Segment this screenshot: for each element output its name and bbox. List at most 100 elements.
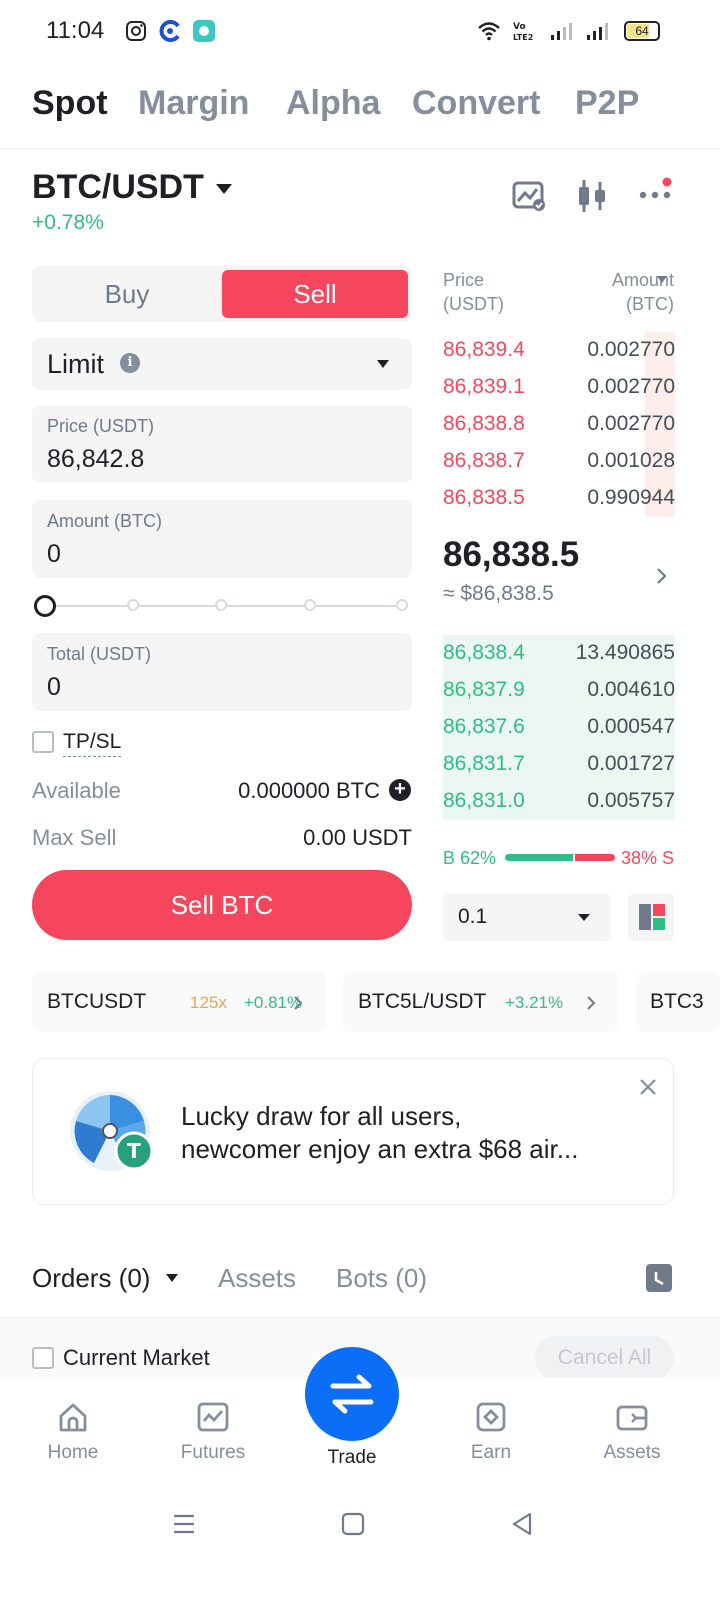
bid-amount: 0.001727	[587, 752, 675, 775]
ask-row[interactable]: 86,838.5 0.990944	[443, 480, 675, 517]
nav-home[interactable]: Home	[23, 1400, 123, 1464]
ticker-leverage: 125x	[190, 993, 227, 1012]
add-funds-icon[interactable]: +	[389, 779, 411, 801]
bid-price: 86,831.0	[443, 789, 525, 812]
tab-alpha[interactable]: Alpha	[286, 84, 380, 123]
bid-price: 86,838.4	[443, 641, 525, 664]
buy-ratio: B 62%	[443, 848, 497, 868]
svg-text:T: T	[127, 1139, 141, 1163]
ask-price: 86,838.7	[443, 449, 525, 472]
tab-spot[interactable]: Spot	[32, 84, 108, 123]
current-market-label[interactable]: Current Market	[63, 1345, 210, 1371]
price-field[interactable]: Price (USDT) 86,842.8	[32, 405, 412, 483]
bid-row[interactable]: 86,831.0 0.005757	[443, 783, 675, 820]
sell-btc-button[interactable]: Sell BTC	[32, 870, 412, 940]
menu-icon[interactable]	[170, 1510, 198, 1538]
ticker-symbol: BTCUSDT	[47, 990, 147, 1013]
ask-amount: 0.990944	[587, 486, 675, 509]
order-type-select[interactable]: Limit i	[32, 338, 412, 390]
close-icon[interactable]	[638, 1077, 658, 1097]
futures-icon	[197, 1402, 229, 1432]
caret-down-icon[interactable]	[216, 184, 232, 194]
chevron-right-icon	[587, 996, 596, 1010]
orderbook-layout-button[interactable]	[628, 893, 674, 941]
tab-margin[interactable]: Margin	[138, 84, 249, 123]
tab-convert[interactable]: Convert	[412, 84, 540, 123]
bid-price: 86,837.6	[443, 715, 525, 738]
ask-price: 86,839.1	[443, 375, 525, 398]
signal-icon	[587, 23, 608, 40]
last-price[interactable]: 86,838.5	[443, 535, 579, 575]
total-field[interactable]: Total (USDT) 0	[32, 633, 412, 711]
pair-selector[interactable]: BTC/USDT	[32, 168, 204, 207]
chart-icon[interactable]	[512, 180, 546, 212]
caret-down-icon[interactable]	[657, 276, 667, 283]
bid-row[interactable]: 86,838.4 13.490865	[443, 635, 675, 672]
ticker-card[interactable]: BTC3	[636, 972, 720, 1032]
available-value: 0.000000 BTC	[238, 778, 380, 803]
market-tabs: Spot Margin Alpha Convert P2P	[0, 84, 720, 148]
info-icon[interactable]: i	[120, 353, 140, 373]
ask-row[interactable]: 86,838.7 0.001028	[443, 443, 675, 480]
tab-p2p[interactable]: P2P	[575, 84, 639, 123]
price-label: Price (USDT)	[47, 416, 154, 436]
slider-step-75[interactable]	[304, 599, 316, 611]
home-square-icon[interactable]	[339, 1510, 367, 1538]
back-icon[interactable]	[508, 1510, 536, 1538]
nav-futures-label: Futures	[180, 1442, 246, 1463]
nav-earn-label: Earn	[470, 1442, 512, 1463]
swap-arrows-icon	[330, 1374, 374, 1414]
tab-orders[interactable]: Orders (0)	[32, 1263, 150, 1294]
nav-assets[interactable]: Assets	[582, 1400, 682, 1464]
bid-row[interactable]: 86,837.6 0.000547	[443, 709, 675, 746]
bid-row[interactable]: 86,837.9 0.004610	[443, 672, 675, 709]
cancel-all-button[interactable]: Cancel All	[535, 1336, 674, 1380]
trade-button[interactable]	[305, 1347, 399, 1441]
order-type-label: Limit	[47, 349, 105, 379]
bid-price: 86,837.9	[443, 678, 525, 701]
slider-step-50[interactable]	[215, 599, 227, 611]
tab-bots[interactable]: Bots (0)	[336, 1263, 427, 1294]
slider-step-25[interactable]	[127, 599, 139, 611]
ticker-symbol: BTC5L/USDT	[358, 990, 487, 1013]
order-history-icon[interactable]	[644, 1262, 674, 1294]
precision-select[interactable]: 0.1	[443, 893, 611, 941]
max-sell-value: 0.00 USDT	[303, 825, 412, 850]
tab-assets[interactable]: Assets	[218, 1263, 296, 1294]
ask-price: 86,838.8	[443, 412, 525, 435]
more-icon[interactable]	[638, 176, 674, 206]
bid-row[interactable]: 86,831.7 0.001727	[443, 746, 675, 783]
amount-input[interactable]: 0	[47, 540, 61, 569]
current-market-checkbox[interactable]	[32, 1347, 54, 1369]
nav-futures[interactable]: Futures	[163, 1400, 263, 1464]
tpsl-checkbox[interactable]	[32, 731, 54, 753]
ask-row[interactable]: 86,838.8 0.002770	[443, 406, 675, 443]
candlestick-icon[interactable]	[576, 178, 608, 214]
nav-earn[interactable]: Earn	[441, 1400, 541, 1464]
tpsl-label[interactable]: TP/SL	[63, 730, 122, 757]
ticker-card[interactable]: BTCUSDT 125x +0.81%	[32, 972, 326, 1032]
total-label: Total (USDT)	[47, 644, 152, 664]
orderbook-price-header: Price (USDT)	[443, 268, 504, 316]
sell-tab[interactable]: Sell	[222, 270, 408, 318]
promo-banner[interactable]: T Lucky draw for all users, newcomer enj…	[32, 1058, 674, 1205]
total-input[interactable]: 0	[47, 673, 61, 702]
ask-row[interactable]: 86,839.4 0.002770	[443, 332, 675, 369]
caret-down-icon[interactable]	[166, 1274, 178, 1282]
chevron-right-icon[interactable]	[654, 566, 670, 586]
orderbook-amount-header[interactable]: Amount (BTC)	[554, 268, 674, 316]
nav-trade-label[interactable]: Trade	[302, 1447, 402, 1469]
ticker-card[interactable]: BTC5L/USDT +3.21%	[343, 972, 619, 1032]
ask-row[interactable]: 86,839.1 0.002770	[443, 369, 675, 406]
instagram-icon	[126, 21, 146, 41]
volte-icon: VoLTE2	[513, 22, 533, 42]
bid-amount: 0.004610	[587, 678, 675, 701]
slider-step-100[interactable]	[396, 599, 408, 611]
amount-field[interactable]: Amount (BTC) 0	[32, 500, 412, 578]
earn-icon	[476, 1402, 506, 1432]
price-input[interactable]: 86,842.8	[47, 445, 144, 474]
slider-thumb[interactable]	[34, 595, 56, 617]
nav-home-label: Home	[47, 1442, 99, 1463]
status-bar: 11:04 Vo LTE2 64	[0, 0, 720, 64]
buy-tab[interactable]: Buy	[32, 266, 222, 322]
